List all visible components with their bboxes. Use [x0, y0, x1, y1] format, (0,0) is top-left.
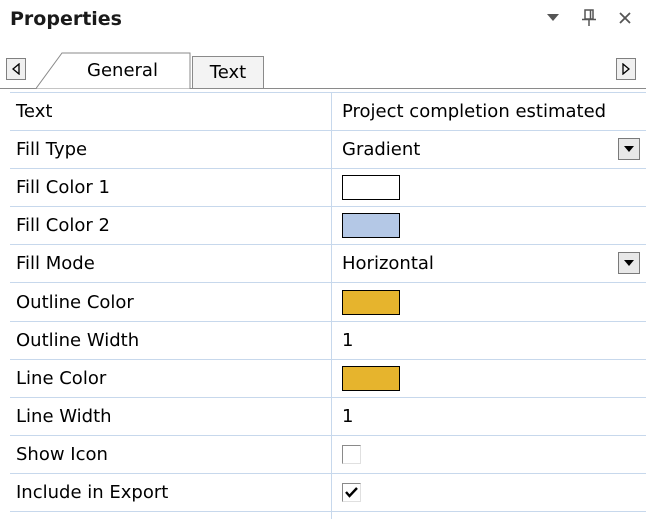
property-row-fill-color-1[interactable]: Fill Color 1: [10, 169, 646, 208]
text-value: Project completion estimated: [342, 101, 607, 123]
property-row-fill-color-2[interactable]: Fill Color 2: [10, 207, 646, 246]
property-name: Fill Color 2: [10, 207, 332, 245]
property-name: Show Icon: [10, 435, 332, 473]
fill-type-select[interactable]: Gradient: [332, 131, 646, 168]
property-value-text[interactable]: Project completion estimated: [332, 93, 646, 130]
tab-text-label: Text: [209, 62, 247, 83]
property-row-include-in-export[interactable]: Include in Export: [10, 473, 646, 513]
property-grid: Text Project completion estimated Fill T…: [10, 92, 646, 513]
property-name: Fill Mode: [10, 245, 332, 283]
property-value[interactable]: [332, 474, 646, 511]
show-icon-checkbox[interactable]: [342, 444, 361, 464]
panel-title-bar: Properties: [0, 0, 646, 42]
line-color-swatch[interactable]: [342, 365, 400, 391]
property-name: Line Width: [10, 397, 332, 435]
property-name: Outline Color: [10, 283, 332, 321]
property-grid-continuation: [10, 511, 646, 519]
fill-mode-dropdown-button[interactable]: [618, 252, 640, 275]
property-value[interactable]: [332, 283, 646, 320]
grid-divider: [10, 511, 332, 519]
property-row-text[interactable]: Text Project completion estimated: [10, 93, 646, 132]
outline-width-value: 1: [342, 329, 354, 351]
property-value[interactable]: [332, 360, 646, 397]
chevron-down-icon: [624, 260, 634, 267]
property-value[interactable]: [332, 169, 646, 206]
property-value[interactable]: [332, 436, 646, 473]
scroll-right-icon[interactable]: [616, 58, 636, 80]
checkmark-icon: [345, 487, 358, 498]
fill-type-dropdown-button[interactable]: [618, 138, 640, 161]
property-row-line-color[interactable]: Line Color: [10, 359, 646, 398]
line-width-value: 1: [342, 405, 354, 427]
scroll-left-icon[interactable]: [6, 58, 26, 80]
fill-mode-value: Horizontal: [342, 253, 434, 275]
tab-strip: General Text: [0, 42, 646, 90]
fill-type-value: Gradient: [342, 139, 421, 161]
property-name: Fill Color 1: [10, 169, 332, 207]
property-row-outline-width[interactable]: Outline Width 1: [10, 321, 646, 360]
fill-color-1-swatch[interactable]: [342, 175, 400, 201]
fill-mode-select[interactable]: Horizontal: [332, 245, 646, 282]
property-row-outline-color[interactable]: Outline Color: [10, 283, 646, 322]
outline-color-swatch[interactable]: [342, 289, 400, 315]
pin-icon[interactable]: [580, 6, 598, 30]
include-in-export-checkbox[interactable]: [342, 482, 361, 502]
property-name: Include in Export: [10, 473, 332, 512]
tab-general-label: General: [87, 59, 158, 81]
property-name: Outline Width: [10, 321, 332, 359]
property-name: Fill Type: [10, 131, 332, 169]
property-row-fill-mode[interactable]: Fill Mode Horizontal: [10, 245, 646, 284]
property-name: Text: [10, 93, 332, 131]
chevron-down-icon: [624, 146, 634, 153]
panel-title: Properties: [10, 8, 122, 30]
tab-general[interactable]: General: [36, 52, 191, 89]
title-bar-controls: [544, 6, 634, 30]
property-name: Line Color: [10, 359, 332, 397]
property-value[interactable]: [332, 207, 646, 244]
dropdown-arrow-icon[interactable]: [544, 6, 562, 30]
property-row-show-icon[interactable]: Show Icon: [10, 435, 646, 474]
outline-width-field[interactable]: 1: [332, 322, 646, 359]
property-row-line-width[interactable]: Line Width 1: [10, 397, 646, 436]
tab-text[interactable]: Text: [192, 56, 264, 88]
fill-color-2-swatch[interactable]: [342, 213, 400, 239]
line-width-field[interactable]: 1: [332, 398, 646, 435]
property-row-fill-type[interactable]: Fill Type Gradient: [10, 131, 646, 170]
close-icon[interactable]: [616, 6, 634, 30]
